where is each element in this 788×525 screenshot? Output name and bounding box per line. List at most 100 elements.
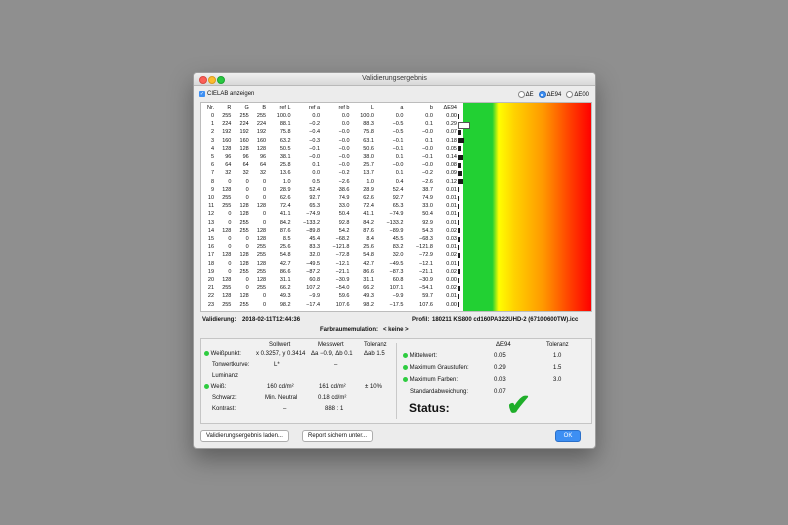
radio-de94-circle[interactable]	[538, 91, 546, 98]
table-cell: 86.6	[363, 268, 374, 275]
validation-label: Validierung:	[202, 317, 237, 323]
table-cell: 128	[256, 236, 267, 243]
table-row[interactable]: 22 128 128 0 49.3 −9.9 59.6 49.3 −9.9 59.7 0.01	[201, 292, 458, 300]
table-cell: −30.9	[418, 277, 433, 284]
table-cell: 0.1	[312, 162, 321, 169]
table-row[interactable]: 10 255 0 0 62.6 92.7 74.9 62.6 92.7 74.9 0.01	[201, 194, 458, 202]
delta-bar	[458, 129, 462, 135]
delta-bar	[458, 121, 470, 129]
table-cell: −2.6	[422, 178, 433, 185]
table-cell: 224	[222, 121, 232, 128]
table-row[interactable]: 11 255 128 128 72.4 65.3 33.0 72.4 65.3 33.0 0.01	[201, 202, 458, 210]
results-table-box[interactable]: Nr. R G Bref Lref a ref b La b ΔE94 0 255 255 255 1…	[200, 102, 592, 312]
table-cell: 128	[222, 293, 232, 300]
table-cell: 2	[210, 129, 215, 136]
table-cell: 96	[225, 154, 232, 161]
radio-de-circle[interactable]	[517, 91, 525, 98]
table-cell: 38.6	[338, 186, 350, 193]
table-row[interactable]: 23 255 255 0 98.2 −17.4 107.6 98.2 −17.5 107.6 0.0…	[201, 301, 458, 309]
table-cell: 0.02	[446, 227, 457, 234]
table-row[interactable]: 19 0 255 255 86.6 −87.2 −21.1 86.6 −87.3 −21.1 0.0…	[201, 268, 458, 276]
table-row[interactable]: 20 128 0 128 31.1 60.8 −30.9 31.1 60.8 −30.9 0.00	[201, 276, 458, 284]
table-cell: 0	[228, 178, 232, 185]
weiss-soll: 160 cd/m²	[267, 384, 294, 390]
table-row[interactable]: 6 64 64 64 25.8 0.1 −0.0 25.7 −0.0 −0.0 0.08	[201, 161, 458, 169]
table-cell: 84.2	[363, 219, 374, 226]
table-cell: 49.3	[279, 293, 291, 300]
delta-bar	[458, 277, 459, 283]
table-cell: 128	[256, 277, 267, 284]
radio-de00[interactable]: ΔE00	[566, 91, 589, 98]
table-cell: 0.07	[446, 129, 457, 136]
cielab-checkbox[interactable]: ✓	[199, 91, 205, 97]
table-row[interactable]: 13 0 255 0 84.2 −133.2 92.8 84.2 −133.2 92.9 0.01	[201, 219, 458, 227]
radio-de94[interactable]: ΔE94	[538, 91, 561, 98]
table-row[interactable]: 17 128 128 255 54.8 32.0 −72.8 54.8 32.0 −72.9 0.0…	[201, 251, 458, 259]
table-cell: 59.7	[422, 293, 433, 300]
table-row[interactable]: 14 128 255 128 87.6 −89.8 54.2 87.6 −89.9 54.3 0.0…	[201, 227, 458, 235]
table-row[interactable]: 1 224 224 224 88.1 −0.2 0.0 88.3 −0.5 0.1 0.29	[201, 120, 458, 128]
tonwert-soll: L*	[274, 362, 280, 368]
table-cell: 0.0	[312, 113, 321, 119]
table-row[interactable]: 12 0 128 0 41.1 −74.9 50.4 41.1 −74.9 50.4 0.01	[201, 210, 458, 218]
table-cell: −87.2	[306, 268, 321, 275]
table-row[interactable]: 7 32 32 32 13.6 0.0 −0.2 13.7 0.1 −0.2 0.09	[201, 169, 458, 177]
table-cell: 98.2	[279, 301, 291, 308]
table-cell: 20	[207, 277, 215, 284]
table-row[interactable]: 9 128 0 0 28.9 52.4 38.6 28.9 52.4 38.7 0.01	[201, 186, 458, 194]
table-cell: 50.4	[422, 211, 433, 218]
table-cell: 255	[222, 203, 232, 210]
table-cell: −0.5	[392, 121, 404, 128]
table-cell: 0.1	[395, 154, 404, 161]
status-dot	[403, 377, 408, 382]
radio-de[interactable]: ΔE	[517, 91, 534, 98]
weisspunkt-label: Weißpunkt:	[210, 351, 241, 358]
table-cell: 64	[242, 162, 249, 169]
schwarz-mess: 0.18 cd/m²	[318, 395, 347, 401]
table-row[interactable]: 0 255 255 255 100.0 0.0 0.0 100.0 0.0 0.0 0.00	[201, 112, 458, 120]
delta-bar	[458, 252, 460, 258]
table-row[interactable]: 15 0 0 128 8.5 45.4 −68.2 8.4 45.5 −68.3 0.03	[201, 235, 458, 243]
table-cell: 13	[207, 219, 215, 226]
table-cell: −12.1	[335, 260, 350, 267]
table-row[interactable]: 5 96 96 96 38.1 −0.0 −0.0 38.0 0.1 −0.1 0.14	[201, 153, 458, 161]
ok-button[interactable]: OK	[555, 430, 581, 442]
table-cell: −0.0	[338, 162, 350, 169]
table-cell: 13.6	[279, 170, 291, 177]
table-cell: 41.1	[279, 211, 291, 218]
table-row[interactable]: 16 0 0 255 25.6 83.3 −121.8 25.6 83.2 −121.8 0.01	[201, 243, 458, 251]
mittel-row: Mittelwert:	[403, 353, 437, 359]
table-cell: 86.6	[279, 268, 291, 275]
table-cell: 0.02	[446, 252, 457, 259]
table-cell: 0.09	[446, 170, 457, 177]
table-row[interactable]: 18 0 128 128 42.7 −49.5 −12.1 42.7 −49.5 −12.1 0.0…	[201, 260, 458, 268]
table-cell: 63.1	[363, 137, 374, 144]
table-cell: 14	[207, 227, 215, 234]
table-cell: 0.02	[446, 285, 457, 292]
save-report-button[interactable]: Report sichern unter...	[302, 430, 374, 442]
radio-de00-label: ΔE00	[574, 91, 589, 98]
table-cell: −72.9	[418, 252, 433, 259]
table-row[interactable]: 2 192 192 192 75.8 −0.4 −0.0 75.8 −0.5 −0.0 0.07	[201, 128, 458, 136]
table-cell: 107.1	[389, 285, 404, 292]
table-cell: 0.01	[446, 293, 457, 300]
table-cell: 0.0	[341, 121, 350, 128]
radio-de00-circle[interactable]	[566, 91, 574, 98]
table-row[interactable]: 21 255 0 255 66.2 107.2 −54.0 66.2 107.1 −54.1 0.0…	[201, 284, 458, 292]
weisspunkt-mess: Δa −0.9, Δb 0.1	[311, 351, 353, 357]
table-cell: 59.6	[338, 293, 350, 300]
table-cell: 128	[222, 186, 232, 193]
load-result-button[interactable]: Validierungsergebnis laden...	[200, 430, 289, 442]
table-cell: 25.6	[279, 244, 291, 251]
table-row[interactable]: 4 128 128 128 50.5 −0.1 −0.0 50.6 −0.1 −0.0 0.05	[201, 145, 458, 153]
table-cell: 192	[256, 129, 267, 136]
table-row[interactable]: 3 160 160 160 63.2 −0.3 −0.0 63.1 −0.1 0.1 0.18	[201, 137, 458, 145]
table-cell: 0	[228, 211, 232, 218]
table-cell: 0	[263, 301, 267, 308]
table-cell: 87.6	[279, 227, 291, 234]
table-cell: 0.00	[446, 113, 457, 119]
table-cell: 0	[263, 219, 267, 226]
table-cell: 192	[222, 129, 232, 136]
table-cell: 107.6	[419, 301, 433, 308]
table-row[interactable]: 8 0 0 0 1.0 0.5 −2.6 1.0 0.4 −2.6 0.12	[201, 178, 458, 186]
